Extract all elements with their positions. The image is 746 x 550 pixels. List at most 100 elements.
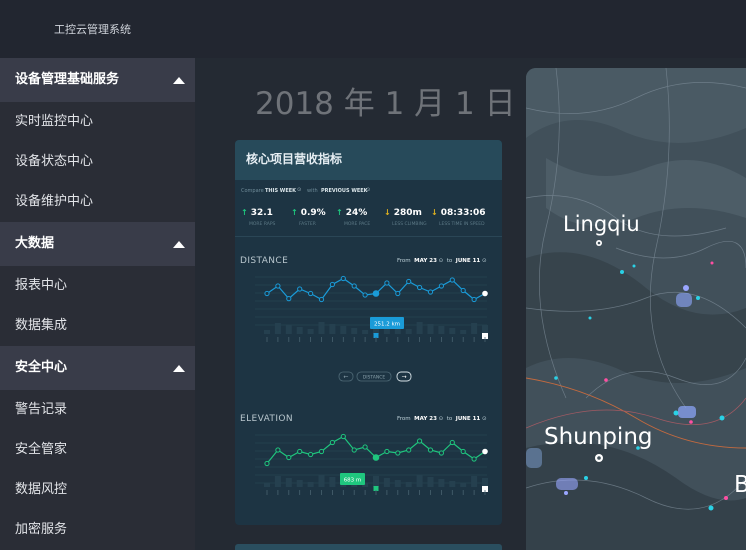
chart-point [351, 283, 357, 289]
chart-point [427, 447, 434, 453]
top-bar: 工控云管理系统 [0, 0, 746, 58]
chart-bar [438, 479, 445, 487]
chart-point [264, 290, 270, 297]
sidebar-item-alert-records[interactable]: 警告记录 [0, 390, 195, 430]
arrow-right-icon[interactable]: → [401, 374, 406, 381]
chart-end-point [482, 448, 488, 455]
sidebar-item-data-risk-control[interactable]: 数据风控 [0, 470, 195, 510]
chart-bar [373, 476, 379, 487]
chart-point [395, 450, 401, 456]
sidebar-group-label: 安全中心 [15, 360, 68, 375]
chart-point [384, 448, 390, 455]
sidebar-group-label: 大数据 [15, 236, 55, 251]
chart-bar [329, 324, 336, 334]
sidebar-group-security[interactable]: 安全中心 [0, 346, 195, 390]
chart-bar [274, 476, 281, 487]
arrow-left-icon[interactable]: ← [343, 374, 348, 381]
chart-bar [449, 328, 456, 334]
distance-x-ticks [266, 337, 486, 342]
chart-point [471, 456, 477, 462]
chart-end-point [482, 290, 488, 297]
sidebar-group-label: 设备管理基础服务 [15, 72, 120, 87]
sidebar-item-data-integration[interactable]: 数据集成 [0, 306, 195, 346]
map-view[interactable]: Lingqiu Shunping B [526, 68, 746, 550]
elevation-tooltip-label: 683 m [344, 478, 362, 484]
chart-bar [438, 326, 445, 334]
chart-point [384, 280, 390, 286]
metric-selector-label: DISTANCE [363, 374, 386, 380]
chart-point [308, 451, 314, 458]
chart-bar [362, 330, 369, 334]
sidebar-item-device-maintenance[interactable]: 设备维护中心 [0, 182, 195, 222]
sidebar-item-reports[interactable]: 报表中心 [0, 266, 195, 306]
chart-point [362, 444, 368, 450]
chart-bar [394, 480, 401, 487]
page-date: 2018 年 1 月 1 日 [255, 86, 516, 122]
chart-point [417, 438, 423, 444]
chart-point [275, 447, 281, 453]
chart-bar [264, 330, 270, 334]
chart-point [449, 277, 455, 283]
chart-bar [416, 322, 423, 334]
app-title: 工控云管理系统 [54, 23, 131, 36]
panel-title: 核心项目营收指标 [235, 140, 502, 180]
chart-bar [460, 483, 467, 487]
chart-point [460, 448, 466, 455]
sidebar-item-realtime-monitoring[interactable]: 实时监控中心 [0, 102, 195, 142]
revenue-panel: 核心项目营收指标 Compare THIS WEEK ⊙ with PREVIO… [235, 140, 502, 525]
chart-point [449, 439, 455, 446]
chart-bar [383, 478, 390, 487]
chart-point [395, 290, 401, 297]
chart-bar [427, 324, 434, 334]
chart-point [286, 454, 292, 461]
chart-bar [471, 323, 478, 334]
elevation-x-ticks [266, 490, 486, 495]
sidebar-group-big-data[interactable]: 大数据 [0, 222, 195, 266]
chart-bar [274, 323, 281, 334]
panel-body: Compare THIS WEEK ⊙ with PREVIOUS WEEK ⊙… [235, 180, 502, 525]
chart-point [264, 460, 270, 467]
chart-point [275, 283, 281, 289]
chart-bar [296, 480, 303, 487]
sidebar-item-encryption-service[interactable]: 加密服务 [0, 510, 195, 550]
chart-point [406, 447, 412, 453]
caret-up-icon[interactable] [173, 365, 185, 372]
chart-bar [264, 483, 270, 487]
place-label-shunping: Shunping [544, 424, 653, 450]
sidebar-group-device-management[interactable]: 设备管理基础服务 [0, 58, 195, 102]
next-panel-edge [235, 544, 502, 550]
chart-point [318, 448, 325, 455]
chart-bar [307, 329, 314, 334]
chart-point [329, 439, 336, 446]
sidebar: 设备管理基础服务 实时监控中心 设备状态中心 设备维护中心 大数据 报表中心 数… [0, 58, 195, 550]
chart-point [438, 450, 444, 456]
chart-point [471, 296, 477, 303]
chart-point [406, 278, 412, 285]
chart-point [438, 283, 444, 289]
chart-bar [318, 322, 325, 334]
chart-bar [318, 475, 325, 487]
chart-bar [471, 476, 478, 487]
chart-bar [416, 475, 423, 487]
chart-bar [405, 482, 412, 487]
chart-bar [482, 478, 488, 487]
map-canvas[interactable] [526, 68, 746, 550]
chart-point [460, 287, 466, 294]
chart-bar [427, 477, 434, 487]
place-label-lingqiu: Lingqiu [563, 212, 640, 236]
chart-point [340, 275, 346, 282]
chart-bar [405, 329, 412, 334]
chart-point [318, 296, 325, 303]
caret-up-icon[interactable] [173, 77, 185, 84]
chart-bar [449, 481, 456, 487]
chart-bar [296, 327, 303, 334]
place-label-partial: B [734, 472, 746, 498]
chart-point [308, 290, 314, 297]
caret-up-icon[interactable] [173, 241, 185, 248]
chart-point [329, 281, 336, 288]
chart-point [417, 284, 423, 291]
chart-point [297, 448, 303, 455]
sidebar-item-security-manager[interactable]: 安全管家 [0, 430, 195, 470]
chart-bar [307, 482, 314, 487]
sidebar-item-device-status[interactable]: 设备状态中心 [0, 142, 195, 182]
